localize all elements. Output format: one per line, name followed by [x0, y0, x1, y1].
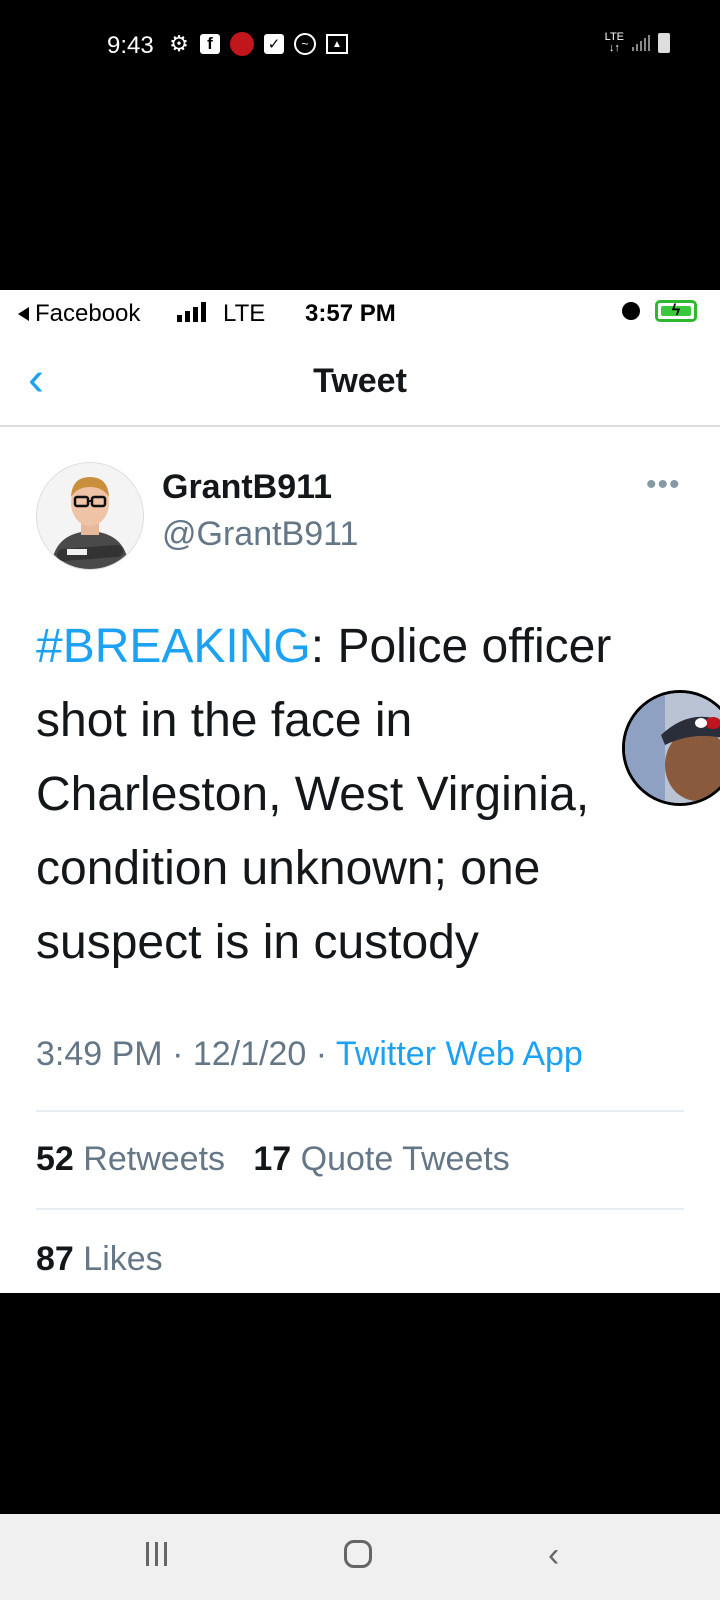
signal-icon	[632, 35, 650, 51]
lte-indicator: LTE ↓↑	[604, 31, 624, 54]
battery-icon	[658, 33, 670, 53]
tweet-source-link[interactable]: Twitter Web App	[336, 1035, 583, 1073]
battery-charging-icon: ϟ	[655, 300, 697, 322]
engagement-stats: 52 Retweets 17 Quote Tweets	[36, 1140, 510, 1179]
facebook-icon: f	[200, 34, 220, 54]
back-button[interactable]: ‹	[548, 1536, 559, 1575]
tweet-text: #BREAKING: Police officer shot in the fa…	[36, 610, 666, 980]
quote-tweets-stat[interactable]: 17 Quote Tweets	[253, 1140, 509, 1178]
android-clock: 9:43	[107, 32, 154, 59]
home-button[interactable]	[344, 1540, 372, 1568]
navigation-bar: ‹ Tweet	[0, 340, 720, 427]
back-to-app[interactable]: Facebook	[18, 300, 140, 328]
tweet-time: 3:49 PM	[36, 1035, 163, 1073]
avatar[interactable]	[36, 462, 144, 570]
tweet-date: 12/1/20	[192, 1035, 307, 1073]
divider	[36, 1208, 684, 1210]
hashtag-link[interactable]: #BREAKING	[36, 620, 311, 673]
user-handle[interactable]: @GrantB911	[162, 515, 358, 554]
tweet-screenshot: Facebook LTE 3:57 PM ϟ ‹ Tweet GrantB911…	[0, 290, 720, 1293]
red-app-icon	[230, 32, 254, 56]
android-system-icons: LTE ↓↑	[605, 32, 670, 54]
network-label: LTE	[223, 300, 266, 327]
recents-button[interactable]	[146, 1542, 167, 1566]
check-icon: ✓	[264, 34, 284, 54]
notification-icons: ⚙ f ✓ ~ ▲	[168, 31, 348, 56]
android-navigation-bar: ‹	[0, 1514, 720, 1600]
android-status-bar: 9:43 ⚙ f ✓ ~ ▲ LTE ↓↑	[0, 0, 720, 90]
gear-icon: ⚙	[169, 31, 189, 56]
likes-stat[interactable]: 87 Likes	[36, 1240, 163, 1279]
back-triangle-icon	[18, 307, 29, 321]
tweet-meta: 3:49 PM · 12/1/20 · Twitter Web App	[36, 1035, 583, 1073]
image-icon: ▲	[326, 34, 348, 54]
more-options-icon[interactable]: •••	[646, 468, 681, 502]
divider	[36, 1110, 684, 1112]
page-title: Tweet	[313, 362, 407, 400]
signal-bars-icon	[177, 302, 206, 322]
ios-clock: 3:57 PM	[305, 300, 396, 327]
retweets-stat[interactable]: 52 Retweets	[36, 1140, 225, 1178]
back-app-label: Facebook	[35, 300, 141, 327]
alarm-icon	[622, 302, 640, 320]
display-name[interactable]: GrantB911	[162, 468, 332, 507]
ios-status-bar: Facebook LTE 3:57 PM ϟ	[0, 290, 720, 340]
messenger-icon: ~	[294, 33, 316, 55]
